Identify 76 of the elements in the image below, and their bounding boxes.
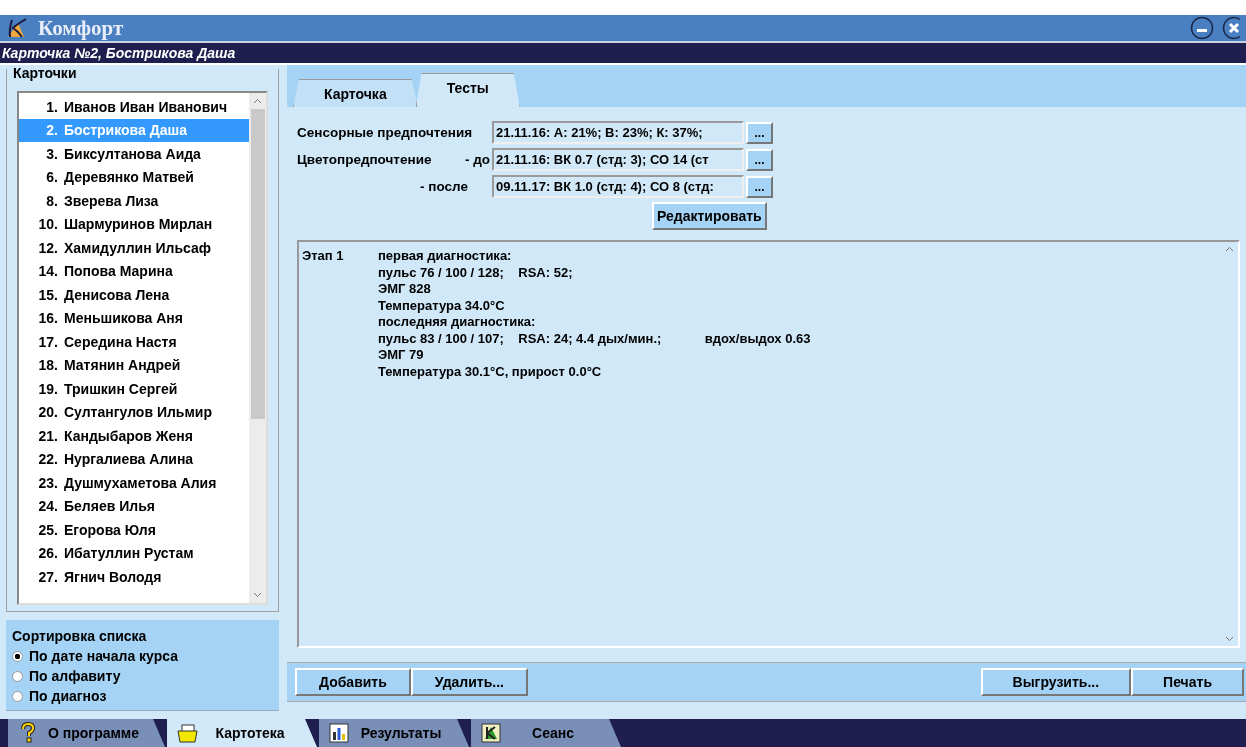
group-title: Карточки <box>11 65 79 81</box>
list-item[interactable]: 17. Середина Настя <box>19 330 249 354</box>
minimize-icon[interactable] <box>1190 16 1214 40</box>
radio-option[interactable]: По диагноз <box>12 688 275 704</box>
action-button[interactable]: Добавить <box>295 668 411 696</box>
close-icon[interactable] <box>1222 16 1240 40</box>
scroll-down-icon[interactable] <box>1225 636 1234 642</box>
list-item[interactable]: 23. Душмухаметова Алия <box>19 471 249 495</box>
list-item[interactable]: 19. Тришкин Сергей <box>19 377 249 401</box>
browse-button[interactable]: ... <box>746 148 773 171</box>
result-line: последняя диагностика: <box>378 314 537 331</box>
group-title: Сортировка списка <box>12 628 148 644</box>
result-line: пульс 83 / 100 / 107; RSA: 24; 4.4 дых/мин.; вдох/выдох 0.63 <box>378 330 811 347</box>
list-item[interactable]: 15. Денисова Лена <box>19 283 249 307</box>
list-item[interactable]: 21. Кандыбаров Женя <box>19 424 249 448</box>
browse-button[interactable]: ... <box>746 175 773 198</box>
radio-option[interactable]: По дате начала курса <box>12 648 275 664</box>
scroll-thumb[interactable] <box>250 109 265 419</box>
field-label: Цветопредпочтение <box>297 152 432 167</box>
list-item[interactable]: 8. Зверева Лиза <box>19 189 249 213</box>
field-label: - до <box>464 152 490 167</box>
radio-label: По дате начала курса <box>29 648 178 664</box>
list-item[interactable]: 1. Иванов Иван Иванович <box>19 95 249 119</box>
list-item[interactable]: 18. Матянин Андрей <box>19 353 249 377</box>
list-item[interactable]: 22. Нургалиева Алина <box>19 447 249 471</box>
action-button[interactable]: Удалить... <box>410 668 528 696</box>
radio-option[interactable]: По алфавиту <box>12 668 275 684</box>
value-field[interactable]: 21.11.16: А: 21%; В: 23%; К: 37%; <box>492 121 744 144</box>
list-item[interactable]: 27. Ягнич Володя <box>19 565 249 589</box>
question-mark-icon <box>18 722 38 744</box>
folder-icon <box>177 723 199 743</box>
radio-button[interactable] <box>12 650 23 662</box>
action-button[interactable]: Выгрузить... <box>980 668 1132 696</box>
list-item[interactable]: 12. Хамидуллин Ильсаф <box>19 236 249 260</box>
result-line: ЭМГ 79 <box>378 347 425 364</box>
tab[interactable]: Карточка <box>293 79 418 107</box>
result-line: первая диагностика: <box>378 248 513 265</box>
stage-label: Этап 1 <box>302 248 345 265</box>
value-field[interactable]: 09.11.17: ВК 1.0 (стд: 4); СО 8 (стд: <box>492 175 744 198</box>
action-button[interactable]: Печать <box>1131 668 1244 696</box>
scroll-up-icon[interactable] <box>1225 246 1234 252</box>
nav-tab[interactable]: Картотека <box>167 719 317 747</box>
list-item[interactable]: 26. Ибатуллин Рустам <box>19 541 249 565</box>
list-item[interactable]: 24. Беляев Илья <box>19 494 249 518</box>
list-item[interactable]: 25. Егорова Юля <box>19 518 249 542</box>
list-item[interactable]: 16. Меньшикова Аня <box>19 306 249 330</box>
scroll-down-icon[interactable] <box>253 592 262 598</box>
list-item[interactable]: 10. Шармуринов Мирлан <box>19 212 249 236</box>
result-line: Температура 34.0°C <box>378 297 506 314</box>
radio-button[interactable] <box>12 690 23 702</box>
nav-tab[interactable]: Сеанс <box>471 719 621 747</box>
edit-button[interactable]: Редактировать <box>652 202 767 230</box>
field-label: Сенсорные предпочтения <box>297 125 473 140</box>
chart-icon <box>329 723 349 743</box>
list-item[interactable]: 20. Султангулов Ильмир <box>19 400 249 424</box>
result-line: пульс 76 / 100 / 128; RSA: 52; <box>378 264 574 281</box>
browse-button[interactable]: ... <box>746 121 773 144</box>
nav-tab[interactable]: Результаты <box>319 719 469 747</box>
scrollbar[interactable] <box>249 93 266 603</box>
nav-tab[interactable]: О программе <box>8 719 165 747</box>
list-item[interactable]: 6. Деревянко Матвей <box>19 165 249 189</box>
window-title: Комфорт <box>38 15 125 41</box>
value-field[interactable]: 21.11.16: ВК 0.7 (стд: 3); СО 14 (ст <box>492 148 744 171</box>
scroll-up-icon[interactable] <box>253 98 262 104</box>
tab[interactable]: Тесты <box>415 73 520 107</box>
radio-label: По алфавиту <box>29 668 121 684</box>
field-label: - после <box>420 179 469 194</box>
result-line: ЭМГ 828 <box>378 281 432 298</box>
list-item[interactable]: 3. Биксултанова Аида <box>19 142 249 166</box>
radio-label: По диагноз <box>29 688 107 704</box>
card-header: Карточка №2, Бострикова Даша <box>2 45 236 61</box>
results-text-area[interactable] <box>297 240 1240 648</box>
result-line: Температура 30.1°C, прирост 0.0°C <box>378 363 603 380</box>
radio-button[interactable] <box>12 670 23 682</box>
session-icon <box>481 723 501 743</box>
list-item[interactable]: 14. Попова Марина <box>19 259 249 283</box>
